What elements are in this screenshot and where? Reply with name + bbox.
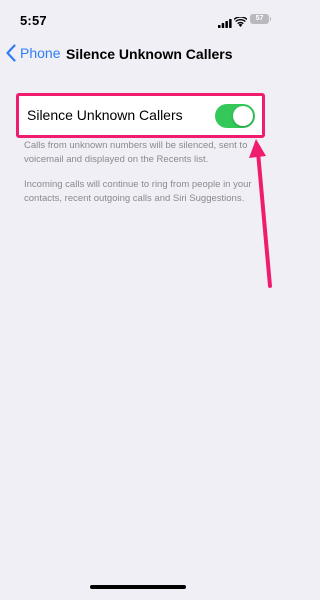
- home-indicator: [90, 585, 186, 589]
- annotation-arrow-icon: [249, 139, 272, 288]
